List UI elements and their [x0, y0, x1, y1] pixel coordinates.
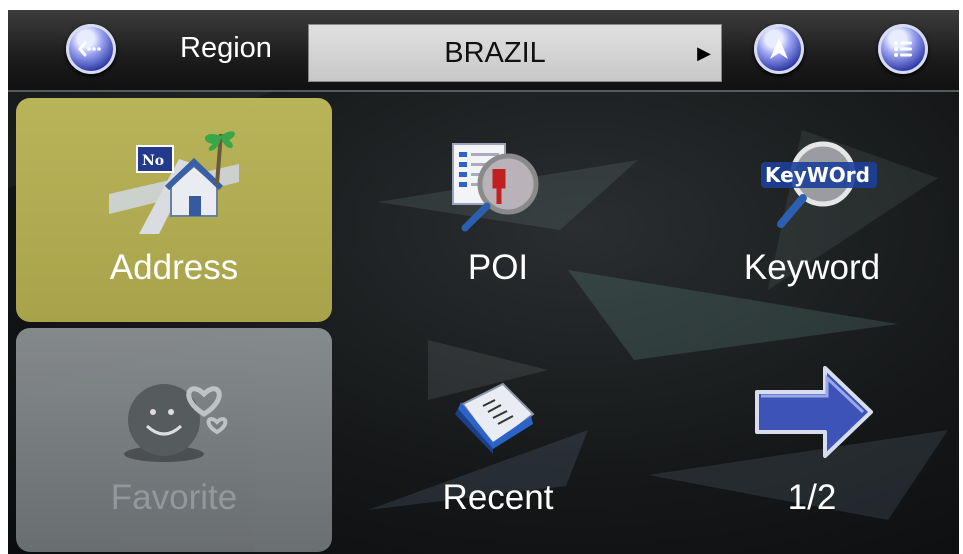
tile-poi-label: POI: [467, 248, 529, 287]
navigate-button[interactable]: [754, 24, 804, 74]
top-bar: Region BRAZIL ▶: [8, 10, 959, 92]
back-dots-icon: [78, 41, 101, 57]
tile-next-page[interactable]: 1/2: [654, 328, 959, 552]
tile-keyword-label: Keyword: [743, 248, 881, 287]
chevron-right-icon: ▶: [697, 43, 711, 63]
tile-recent-label: Recent: [442, 478, 554, 517]
tile-favorite[interactable]: Favorite: [16, 328, 332, 552]
page-indicator: 1/2: [787, 478, 837, 517]
poi-magnifier-icon: [452, 143, 539, 232]
list-menu-icon: [894, 41, 912, 57]
tile-recent[interactable]: Recent: [340, 328, 656, 552]
tile-poi[interactable]: POI: [340, 98, 656, 322]
region-selector[interactable]: BRAZIL ▶: [308, 24, 722, 82]
tile-favorite-label: Favorite: [110, 478, 238, 517]
tile-keyword[interactable]: KeyWOrd Keyword: [654, 98, 959, 322]
address-house-icon: No: [109, 131, 239, 234]
svg-text:KeyWOrd: KeyWOrd: [765, 163, 870, 187]
svg-text:No: No: [142, 153, 164, 169]
keyword-magnifier-icon: KeyWOrd: [761, 141, 877, 228]
menu-button[interactable]: [878, 24, 928, 74]
navigation-screen: Region BRAZIL ▶ No Address POI KeyWOrd K…: [8, 10, 959, 554]
back-button[interactable]: [66, 24, 116, 74]
recent-folder-icon: [455, 382, 535, 454]
tile-address-label: Address: [109, 248, 239, 287]
favorite-smiley-heart-icon: [124, 384, 228, 462]
next-page-arrow-icon: [755, 366, 873, 458]
navigation-arrow-icon: [770, 38, 788, 59]
region-value: BRAZIL: [444, 37, 546, 69]
tile-address[interactable]: No Address: [16, 98, 332, 322]
screenshot-frame: Region BRAZIL ▶ No Address POI KeyWOrd K…: [0, 0, 963, 554]
region-label: Region: [180, 32, 272, 64]
